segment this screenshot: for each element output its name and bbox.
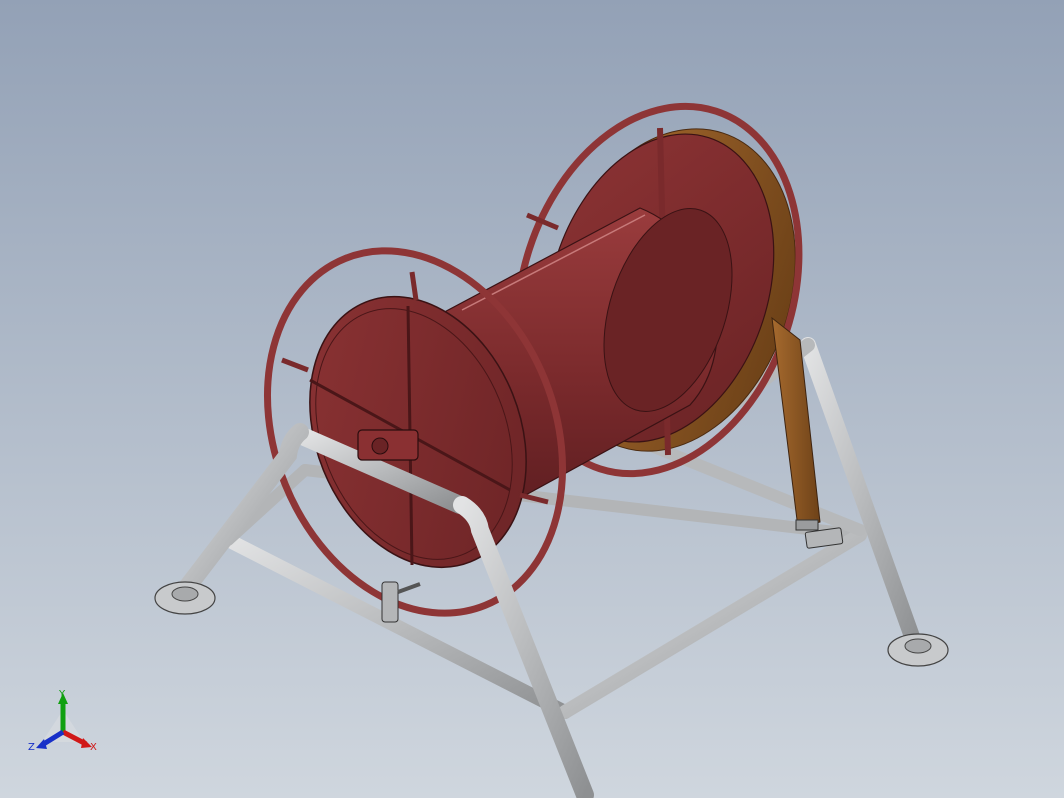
foot-plate-left-hub <box>171 586 199 602</box>
base-rail-right <box>558 528 867 719</box>
strap-clamp <box>795 519 819 531</box>
front-leg-right <box>453 496 594 798</box>
cad-model-view[interactable]: Y X Z <box>0 0 1064 798</box>
graphics-viewport[interactable]: Y X Z <box>0 0 1064 798</box>
axle-pin <box>397 582 421 594</box>
bearing-bore <box>371 437 389 455</box>
reference-triad[interactable]: Y X Z <box>28 689 97 753</box>
front-ring-tab-top <box>409 271 419 301</box>
triad-y-label: Y <box>58 689 66 700</box>
rear-leg-right <box>800 337 923 653</box>
triad-x-label: X <box>90 742 97 753</box>
axle-clamp <box>381 581 399 623</box>
front-ring-tab-left <box>281 357 309 373</box>
foot-plates <box>154 581 949 667</box>
foot-plate-right-hub <box>904 638 932 654</box>
triad-z-label: Z <box>28 742 35 753</box>
